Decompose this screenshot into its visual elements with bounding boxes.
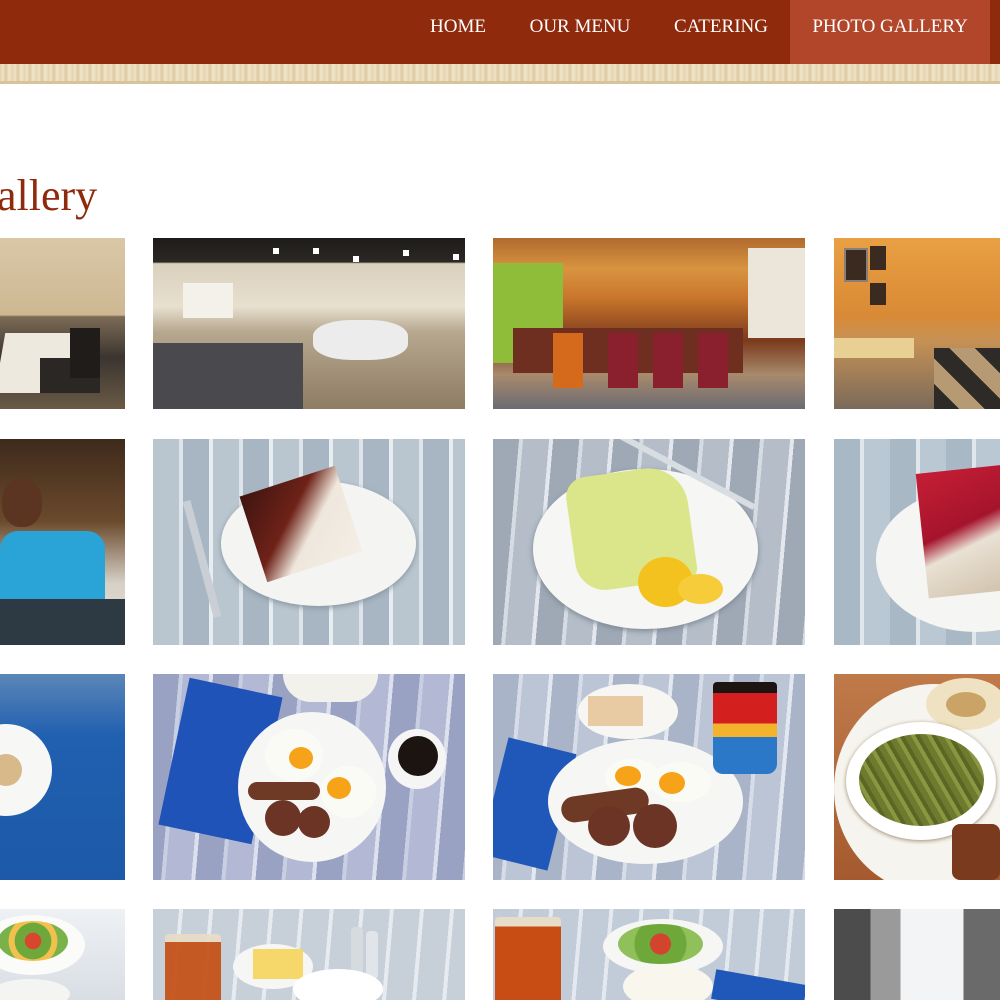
- gallery-photo-bar-counter[interactable]: [493, 238, 805, 409]
- top-navigation-bar: HOME OUR MENU CATERING PHOTO GALLERY: [0, 0, 1000, 64]
- gallery-photo-iced-tea-salad[interactable]: [493, 909, 805, 1000]
- nav-item-home[interactable]: HOME: [412, 0, 504, 64]
- nav-item-our-menu[interactable]: OUR MENU: [512, 0, 648, 64]
- page-title: allery: [0, 171, 98, 220]
- gallery-photo-window[interactable]: [834, 909, 1000, 1000]
- gallery-photo-smiling-staff[interactable]: [0, 439, 125, 645]
- gallery-photo-side-dish-blue-napkin[interactable]: [0, 674, 125, 880]
- gallery-photo-banquet-hall[interactable]: [153, 238, 465, 409]
- gallery-photo-iced-tea-bread[interactable]: [153, 909, 465, 1000]
- nav-item-photo-gallery[interactable]: PHOTO GALLERY: [790, 0, 990, 64]
- decorative-border-band: [0, 64, 1000, 84]
- gallery-photo-red-velvet-cake[interactable]: [834, 439, 1000, 645]
- gallery-photo-salad-plate[interactable]: [0, 909, 125, 1000]
- gallery-photo-chocolate-cake[interactable]: [153, 439, 465, 645]
- gallery-photo-green-beans[interactable]: [834, 674, 1000, 880]
- gallery-photo-eggs-sausage-coffee[interactable]: [153, 674, 465, 880]
- nav-item-catering[interactable]: CATERING: [656, 0, 786, 64]
- gallery-photo-eggs-sausage-mug[interactable]: [493, 674, 805, 880]
- gallery-photo-dining-framed-pictures[interactable]: [834, 238, 1000, 409]
- gallery-photo-dining-room[interactable]: [0, 238, 125, 409]
- gallery-photo-lemon-cake[interactable]: [493, 439, 805, 645]
